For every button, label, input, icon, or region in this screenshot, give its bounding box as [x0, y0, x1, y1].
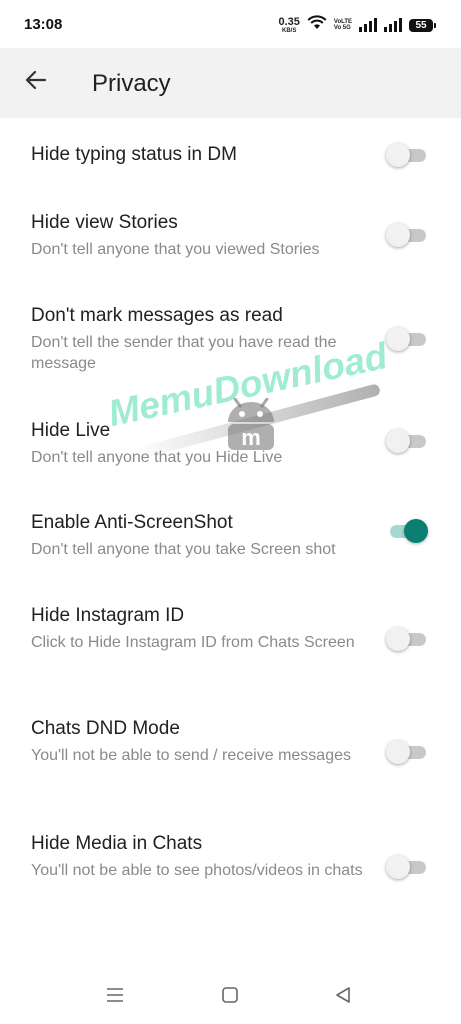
setting-subtitle: Don't tell the sender that you have read…	[31, 334, 337, 372]
vo5g-label: Vo 5G	[333, 25, 351, 31]
setting-hide-instagram-id[interactable]: Hide Instagram ID Click to Hide Instagra…	[0, 605, 461, 675]
setting-hide-view-stories[interactable]: Hide view Stories Don't tell anyone that…	[0, 212, 461, 272]
back-button[interactable]	[14, 60, 58, 104]
hide-view-stories-toggle[interactable]	[386, 222, 426, 248]
system-nav-bar	[0, 970, 461, 1024]
setting-subtitle: Don't tell anyone that you take Screen s…	[31, 541, 336, 558]
setting-subtitle: Don't tell anyone that you Hide Live	[31, 449, 283, 466]
setting-title: Hide view Stories	[31, 212, 178, 233]
page-title: Privacy	[92, 70, 171, 97]
network-speed-value: 0.35	[278, 15, 300, 28]
setting-hide-media[interactable]: Hide Media in Chats You'll not be able t…	[0, 833, 461, 903]
dont-mark-read-toggle[interactable]	[386, 326, 426, 352]
setting-subtitle: You'll not be able to send / receive mes…	[31, 747, 351, 764]
setting-dont-mark-read[interactable]: Don't mark messages as read Don't tell t…	[0, 305, 461, 375]
battery-level: 55	[415, 19, 427, 31]
setting-chats-dnd[interactable]: Chats DND Mode You'll not be able to sen…	[0, 718, 461, 788]
hide-instagram-id-toggle[interactable]	[386, 626, 426, 652]
home-button[interactable]	[215, 984, 245, 1010]
network-speed: 0.35 KB/S	[278, 15, 300, 34]
home-square-icon	[221, 986, 239, 1009]
arrow-left-icon	[25, 70, 47, 95]
setting-title: Hide Instagram ID	[31, 605, 185, 626]
status-bar: 13:08 0.35 KB/S VoLTE Vo 5G 55	[0, 0, 461, 48]
setting-hide-live[interactable]: Hide Live Don't tell anyone that you Hid…	[0, 420, 461, 480]
back-triangle-icon	[334, 986, 352, 1009]
status-icons: 0.35 KB/S VoLTE Vo 5G 55	[278, 14, 436, 36]
hide-live-toggle[interactable]	[386, 428, 426, 454]
signal-strength-icon-2	[384, 18, 402, 32]
setting-subtitle: You'll not be able to see photos/videos …	[31, 862, 363, 879]
status-time: 13:08	[24, 16, 63, 33]
setting-title: Hide Live	[31, 420, 111, 441]
nav-back-button[interactable]	[328, 984, 358, 1010]
setting-title: Enable Anti-ScreenShot	[31, 512, 233, 533]
chats-dnd-toggle[interactable]	[386, 739, 426, 765]
app-bar: Privacy	[0, 48, 461, 118]
recent-apps-button[interactable]	[100, 984, 130, 1010]
hide-media-toggle[interactable]	[386, 854, 426, 880]
setting-anti-screenshot[interactable]: Enable Anti-ScreenShot Don't tell anyone…	[0, 512, 461, 572]
setting-subtitle: Click to Hide Instagram ID from Chats Sc…	[31, 634, 355, 651]
network-speed-unit: KB/S	[282, 27, 297, 34]
hide-typing-status-toggle[interactable]	[386, 142, 426, 168]
setting-title: Don't mark messages as read	[31, 305, 283, 326]
setting-title: Chats DND Mode	[31, 718, 180, 739]
setting-hide-typing-status[interactable]: Hide typing status in DM	[0, 142, 461, 184]
anti-screenshot-toggle[interactable]	[386, 518, 428, 544]
wifi-icon	[307, 15, 327, 35]
setting-subtitle: Don't tell anyone that you viewed Storie…	[31, 241, 320, 258]
battery-icon: 55	[409, 18, 436, 32]
setting-title: Hide Media in Chats	[31, 833, 203, 854]
setting-title: Hide typing status in DM	[31, 144, 237, 165]
signal-strength-icon	[359, 18, 377, 32]
volte-indicator: VoLTE Vo 5G	[334, 19, 352, 31]
menu-icon	[106, 987, 124, 1008]
